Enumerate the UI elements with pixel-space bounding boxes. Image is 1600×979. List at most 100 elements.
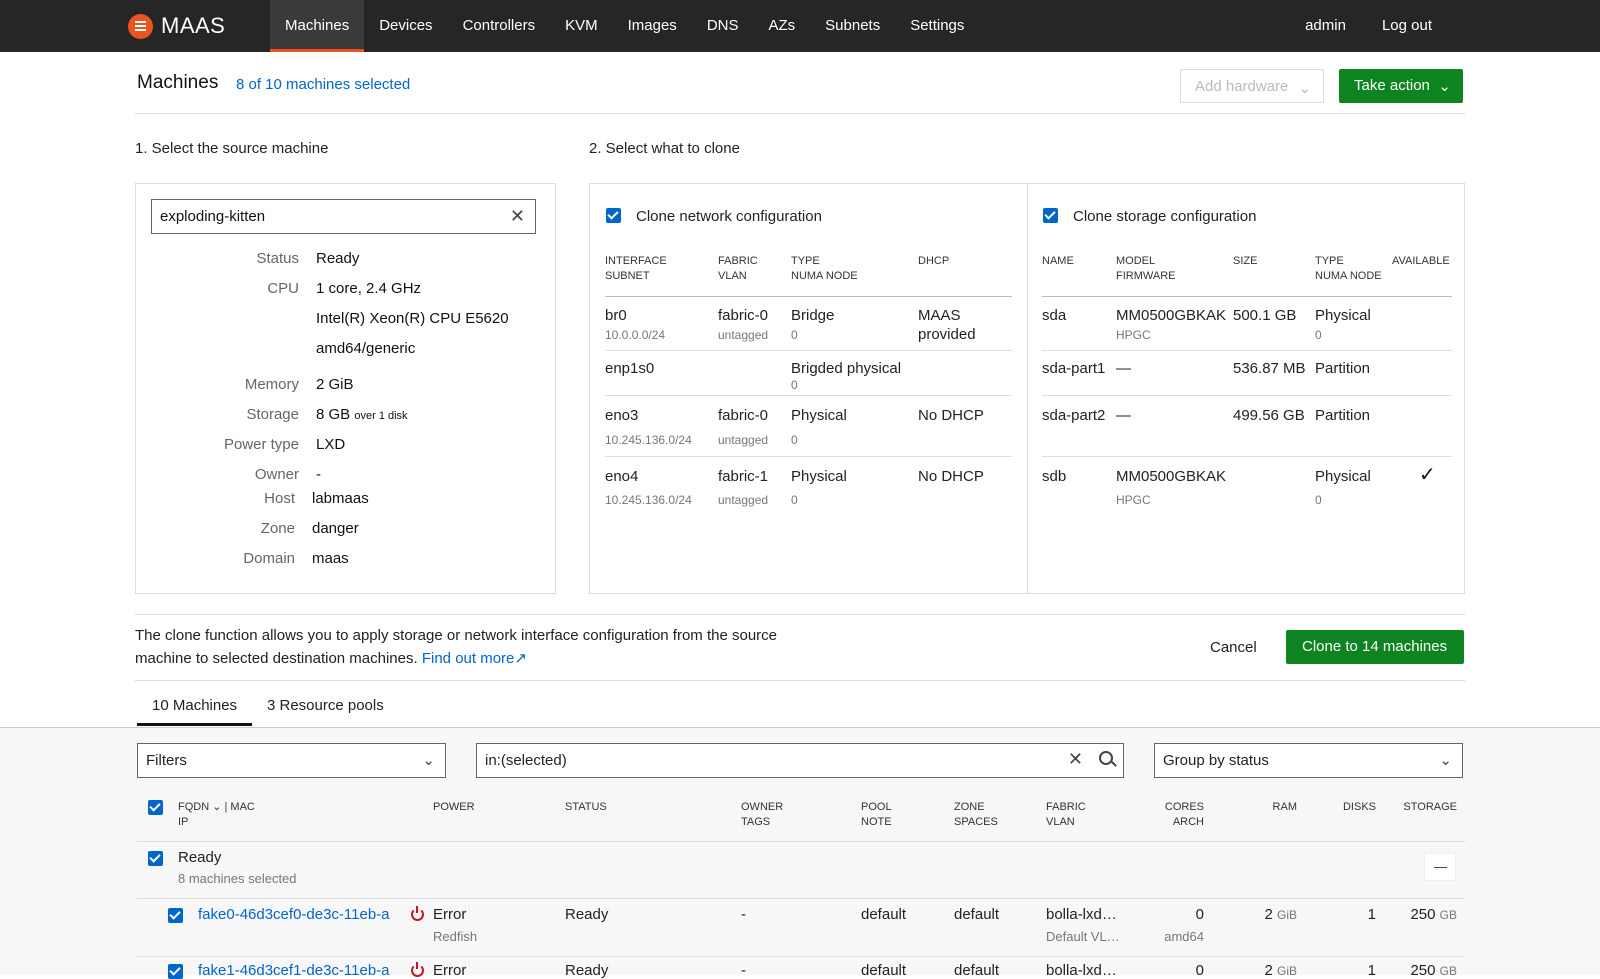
clone-button[interactable]: Clone to 14 machines [1286,630,1464,664]
filters-dropdown[interactable]: Filters ⌄ [137,743,446,778]
nav-controllers[interactable]: Controllers [448,0,551,52]
machine-search-input[interactable]: in:(selected) ✕ [476,743,1124,778]
row-checkbox[interactable] [168,908,183,923]
source-machine-search[interactable]: exploding-kitten ✕ [151,199,536,234]
col-header-fabric[interactable]: Fabric VLAN [1046,800,1086,830]
col-header-fqdn[interactable]: FQDN ⌄ | MAC IP [178,800,255,830]
nav-kvm[interactable]: KVM [550,0,613,52]
machine-fqdn-link[interactable]: fake0-46d3cef0-de3c-11eb-a [198,906,390,923]
clone-network-checkbox[interactable] [606,208,621,223]
machine-storage: 250 GB [1410,962,1457,979]
col-header-power[interactable]: Power [433,800,475,815]
col-header-pool[interactable]: Pool Note [861,800,892,830]
clear-icon[interactable]: ✕ [510,206,525,227]
clone-info-text: The clone function allows you to apply s… [135,624,815,670]
chevron-down-icon: ⌄ [1298,80,1311,97]
machine-search-value: in:(selected) [485,752,567,769]
disk-row-numa: 0 [1315,493,1322,507]
net-row-fabric: fabric-0 [718,307,769,324]
add-hardware-label: Add hardware [1195,78,1289,95]
take-action-button[interactable]: Take action ⌄ [1339,69,1463,103]
machine-disks: 1 [1367,962,1376,979]
disk-row-size: 500.1 GB [1233,307,1297,324]
machine-fqdn-link[interactable]: fake1-46d3cef1-de3c-11eb-a [198,962,390,979]
disk-row-firmware: HPGC [1116,493,1151,507]
clear-icon[interactable]: ✕ [1068,749,1083,770]
field-value-status: Ready [316,250,360,267]
disk-row-type: Physical [1315,307,1371,324]
nav-subnets[interactable]: Subnets [810,0,895,52]
nav-azs[interactable]: AZs [753,0,810,52]
clone-storage-checkbox[interactable] [1043,208,1058,223]
col-header-available: Available [1392,255,1450,267]
col-header-cores[interactable]: Cores Arch [1160,800,1204,830]
step-what-label: 2. Select what to clone [589,140,740,157]
machine-zone: default [954,906,1000,923]
net-row-dhcp: MAAS [918,307,961,324]
col-header-zone[interactable]: Zone Spaces [954,800,998,830]
col-header-ram[interactable]: RAM [1240,800,1297,815]
nav-user[interactable]: admin [1287,0,1364,52]
row-checkbox[interactable] [168,964,183,979]
page-title: Machines [137,72,219,93]
disk-row-type: Partition [1315,360,1371,377]
net-row-name: enp1s0 [605,360,655,377]
disk-row-size: 499.56 GB [1233,407,1305,424]
cancel-button[interactable]: Cancel [1210,639,1257,656]
nav-logout[interactable]: Log out [1364,0,1450,52]
nav-images[interactable]: Images [613,0,692,52]
chevron-down-icon: ⌄ [1438,78,1451,95]
machine-owner: - [741,962,746,979]
tab-machines[interactable]: 10 Machines [152,697,237,714]
power-error-icon[interactable] [411,906,424,921]
disk-row-name: sda-part1 [1042,360,1106,377]
net-row-subnet: 10.245.136.0/24 [605,433,692,447]
field-key-status: Status [256,250,299,267]
field-value-storage: 8 GB over 1 disk [316,406,408,423]
machine-fabric: bolla-lxd… [1046,962,1117,979]
disk-row-name: sda [1042,307,1067,324]
minus-icon [1434,867,1447,868]
disk-row-size: 536.87 MB [1233,360,1306,377]
col-header-type: Type NUMA node [791,255,858,282]
field-key-storage: Storage [246,406,299,423]
select-all-checkbox[interactable] [148,800,163,815]
add-hardware-button[interactable]: Add hardware ⌄ [1180,69,1324,103]
col-header-storage[interactable]: Storage [1395,800,1457,815]
net-row-dhcp-2: provided [918,326,976,343]
machine-cores: 0 [1195,906,1204,923]
col-header-disks[interactable]: Disks [1320,800,1376,815]
tab-resource-pools[interactable]: 3 Resource pools [267,697,384,714]
nav-dns[interactable]: DNS [692,0,754,52]
nav-settings[interactable]: Settings [895,0,979,52]
power-error-icon[interactable] [411,962,424,977]
maas-logo[interactable]: MAAS [128,13,225,39]
machine-fabric: bolla-lxd… [1046,906,1117,923]
machine-power-type: Redfish [433,929,478,944]
active-tab-indicator [137,723,252,726]
col-header-status[interactable]: Status [565,800,607,815]
field-key-host: Host [264,490,295,507]
field-value-zone: danger [312,520,359,537]
machine-pool: default [861,906,907,923]
col-header-model: Model Firmware [1116,255,1176,282]
filters-label: Filters [146,752,187,769]
net-row-name: br0 [605,307,627,324]
col-header-owner[interactable]: Owner Tags [741,800,783,830]
nav-devices[interactable]: Devices [364,0,447,52]
collapse-group-button[interactable] [1424,853,1456,881]
nav-machines[interactable]: Machines [270,0,365,52]
group-checkbox[interactable] [148,851,163,866]
group-by-dropdown[interactable]: Group by status ⌄ [1154,743,1463,778]
group-label: Ready [178,849,222,866]
selected-count: 8 of 10 machines selected [236,76,411,93]
field-key-cpu: CPU [267,280,299,297]
net-row-name: eno3 [605,407,639,424]
machine-zone: default [954,962,1000,979]
machine-arch: amd64 [1164,929,1204,944]
field-key-domain: Domain [243,550,295,567]
group-by-label: Group by status [1163,752,1269,769]
find-out-more-link[interactable]: Find out more↗ [422,650,527,667]
net-row-dhcp: No DHCP [918,407,984,424]
search-icon[interactable] [1099,751,1113,765]
